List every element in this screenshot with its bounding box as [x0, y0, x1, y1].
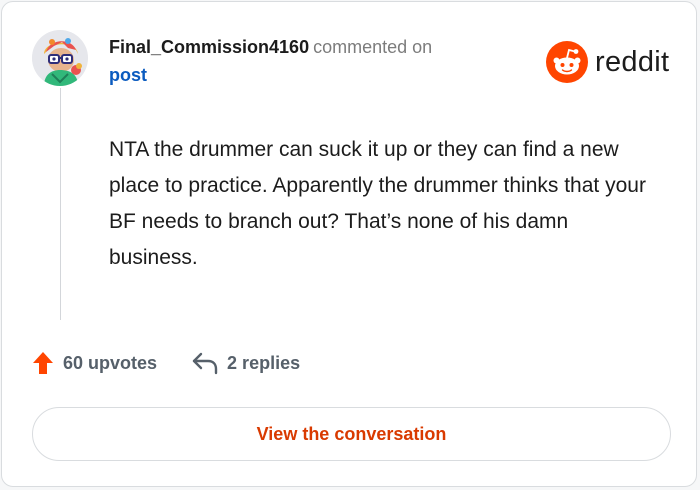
reddit-wordmark: reddit: [595, 46, 670, 78]
author-username[interactable]: Final_Commission4160: [109, 37, 309, 57]
view-conversation-button[interactable]: View the conversation: [32, 407, 671, 461]
post-link[interactable]: post: [109, 64, 147, 86]
reply-arrow-icon: [192, 352, 218, 375]
upvotes-count: 60 upvotes: [63, 352, 158, 373]
thread-line: [60, 88, 61, 320]
upvote-arrow-icon: [33, 352, 53, 374]
comment-header: Final_Commission4160 commented on: [109, 36, 432, 58]
upvotes-stat[interactable]: 60 upvotes: [32, 351, 157, 375]
comment-embed-card: Final_Commission4160 commented on post re…: [1, 1, 697, 487]
comment-body: NTA the drummer can suck it up or they c…: [109, 138, 646, 269]
replies-stat[interactable]: 2 replies: [191, 351, 300, 375]
comment-stats: 60 upvotes 2 replies: [32, 348, 300, 378]
reddit-logo[interactable]: reddit: [546, 40, 669, 84]
user-avatar[interactable]: [32, 30, 88, 86]
replies-count: 2 replies: [227, 352, 301, 373]
avatar-illustration: [32, 30, 88, 86]
reddit-snoo-icon: [546, 41, 588, 83]
commented-on-text: commented on: [313, 37, 433, 57]
